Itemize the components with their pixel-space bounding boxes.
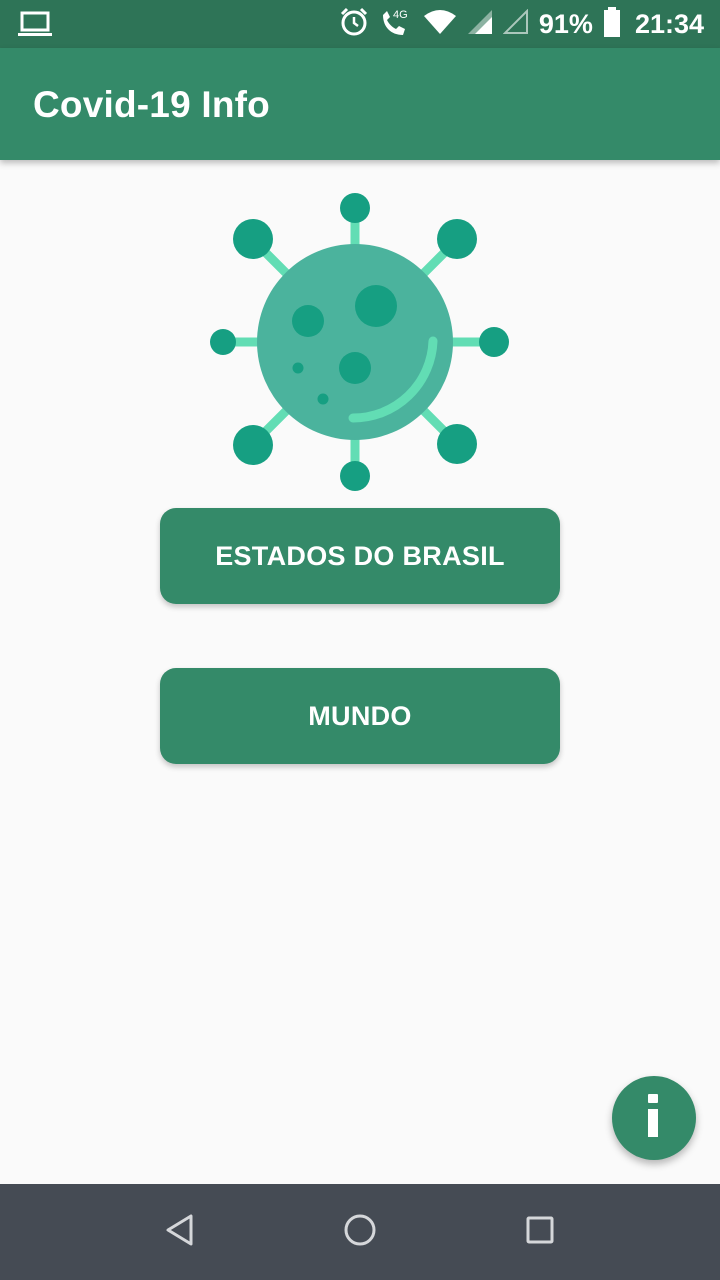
laptop-icon [18, 10, 52, 43]
virus-icon [205, 188, 515, 498]
clock-time: 21:34 [634, 8, 704, 39]
recents-button[interactable] [510, 1202, 570, 1262]
alarm-icon [339, 7, 369, 42]
home-icon [343, 1213, 377, 1252]
battery-percent: 91% [538, 8, 593, 39]
wifi-icon [423, 9, 457, 40]
status-bar: 4G 91% 21:34 [0, 0, 720, 48]
home-button[interactable] [330, 1202, 390, 1262]
cell-signal-empty-icon [502, 8, 529, 40]
cell-signal-icon [467, 9, 493, 40]
app-title: Covid-19 Info [33, 84, 270, 125]
battery-icon [603, 6, 621, 42]
call-4g-icon: 4G [379, 7, 413, 42]
info-button[interactable] [612, 1076, 696, 1160]
info-icon [644, 1093, 664, 1143]
network-type-label: 4G [393, 9, 408, 21]
estados-do-brasil-button[interactable]: ESTADOS DO BRASIL [160, 508, 560, 604]
back-button[interactable] [150, 1202, 210, 1262]
recents-icon [525, 1215, 555, 1250]
navigation-bar [0, 1184, 720, 1280]
app-bar: Covid-19 Info [0, 48, 720, 160]
back-icon [165, 1213, 195, 1252]
mundo-button[interactable]: MUNDO [160, 668, 560, 764]
